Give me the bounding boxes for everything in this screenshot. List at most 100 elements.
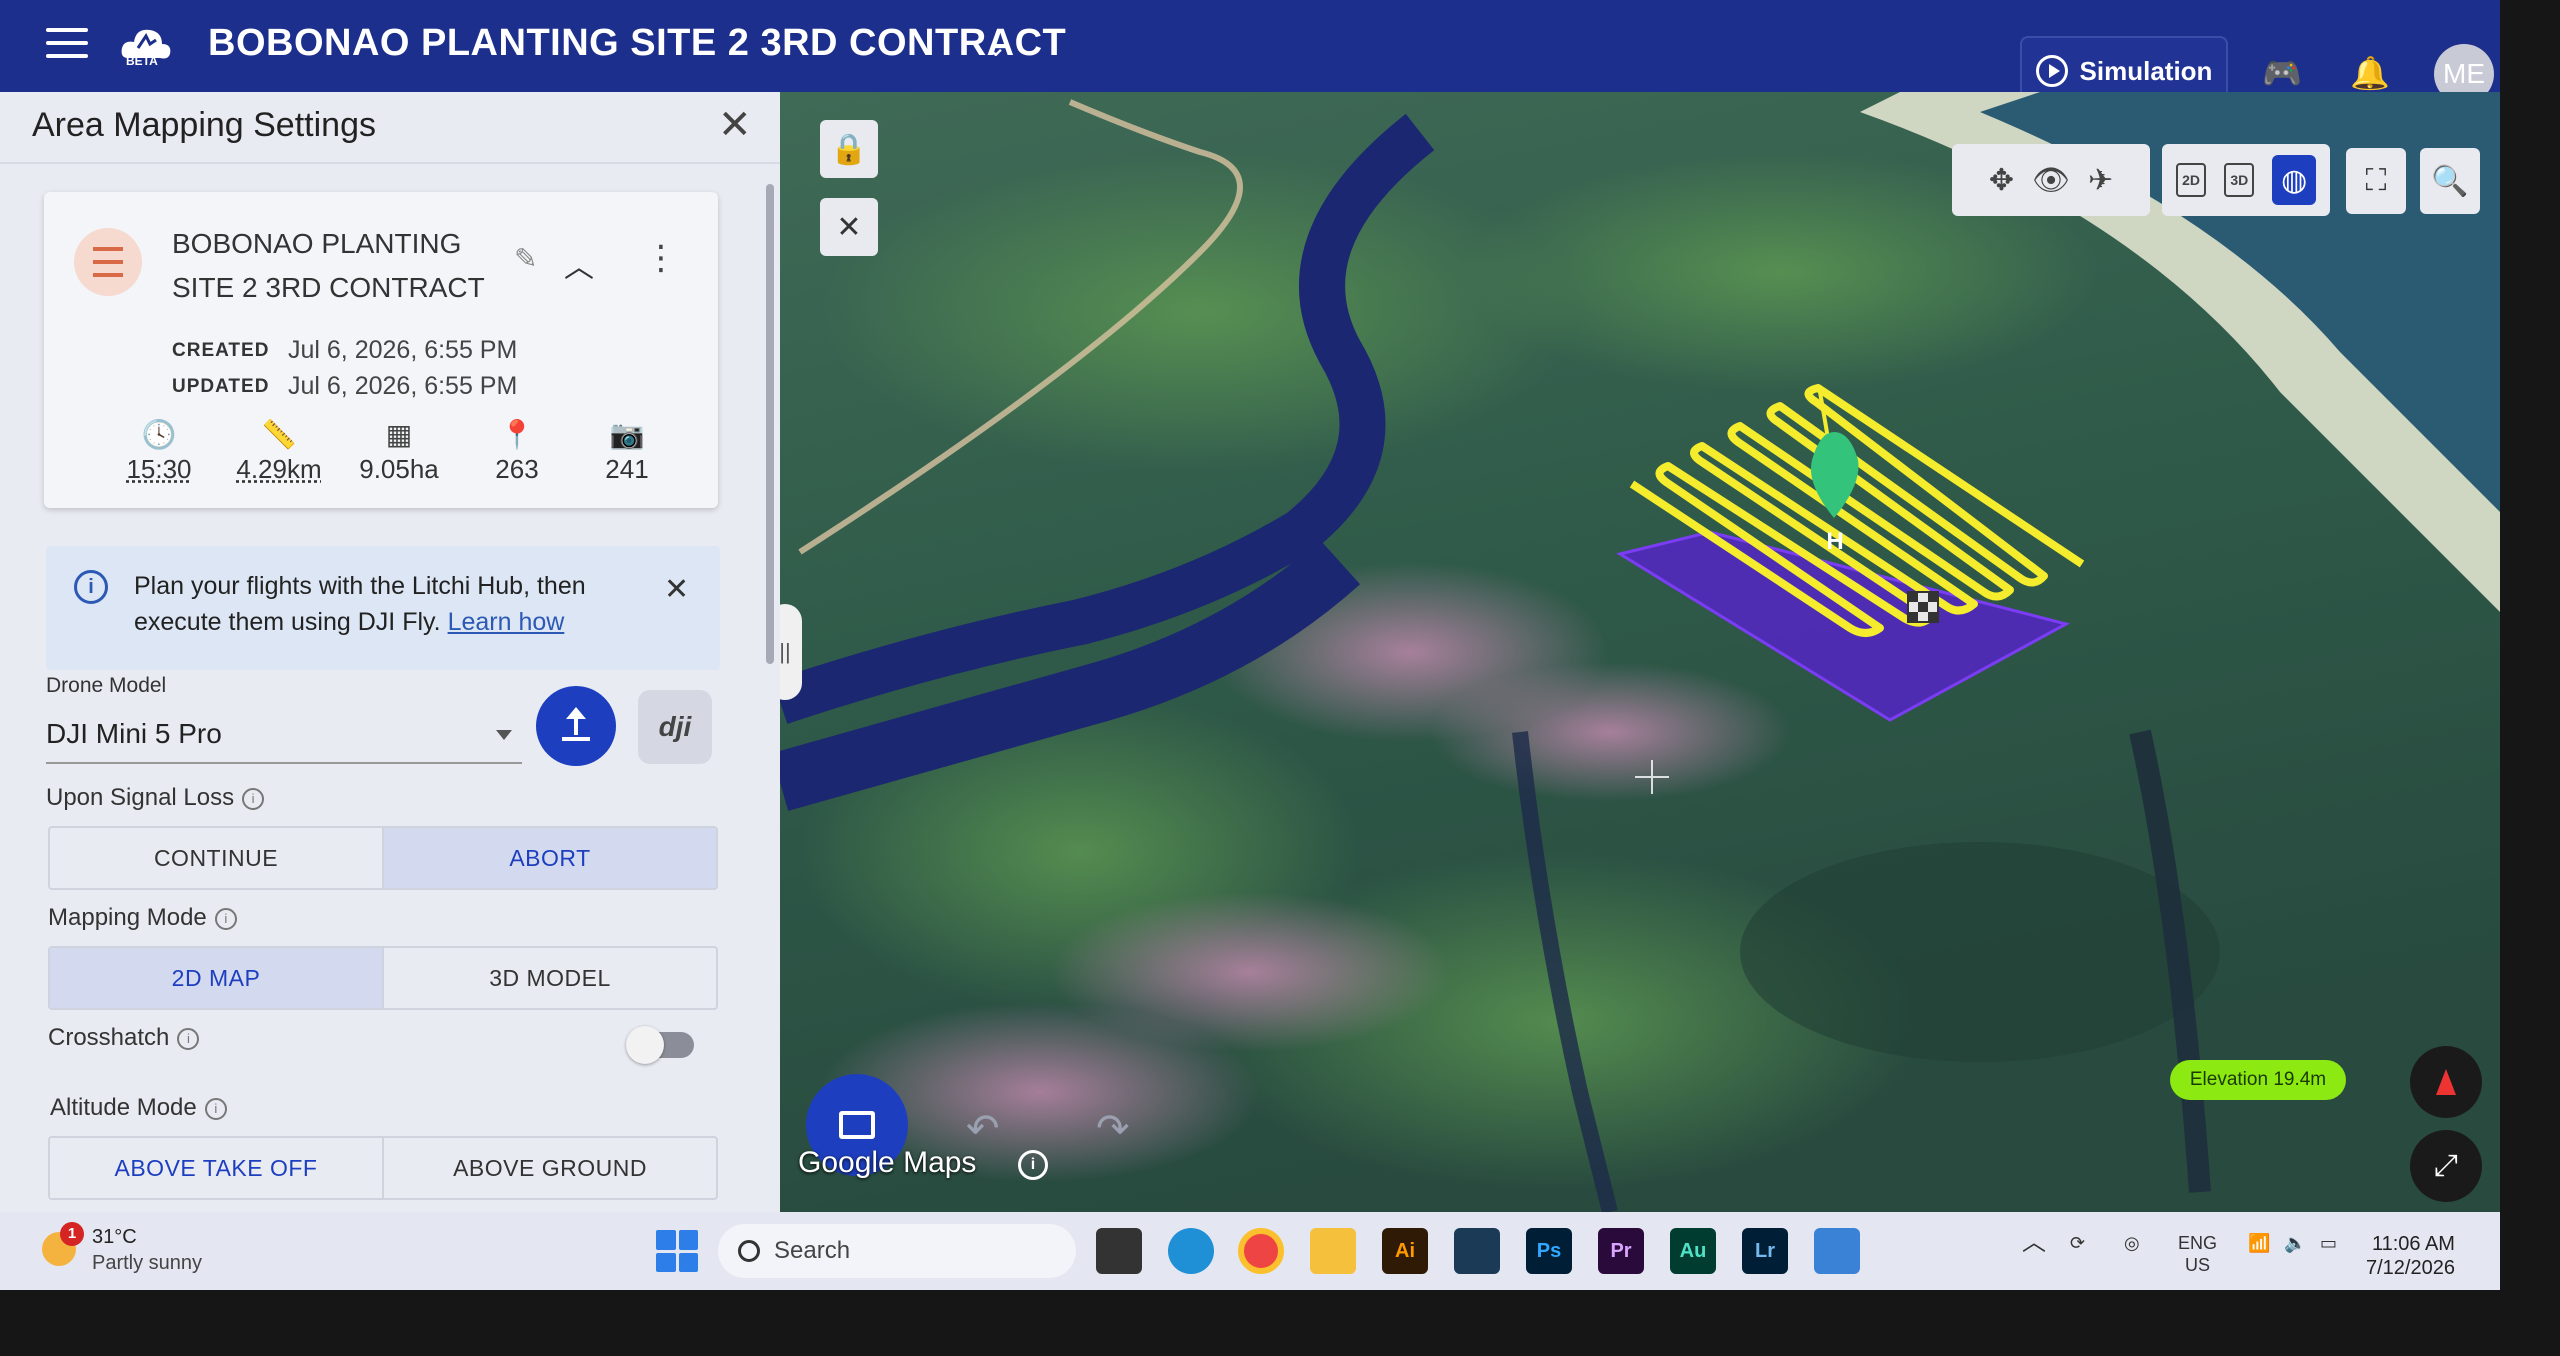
info-icon[interactable]: i bbox=[1018, 1150, 1048, 1180]
close-icon[interactable]: ✕ bbox=[718, 102, 752, 148]
learn-how-link[interactable]: Learn how bbox=[448, 608, 565, 636]
dji-button[interactable]: dji bbox=[638, 690, 712, 764]
option-3d-model[interactable]: 3D MODEL bbox=[382, 948, 716, 1008]
network-icon[interactable]: ◎ bbox=[2124, 1232, 2140, 1254]
option-above-ground[interactable]: ABOVE GROUND bbox=[382, 1138, 716, 1198]
stat-distance: 📏 4.29km bbox=[224, 418, 334, 485]
expand-icon[interactable]: ⤢ bbox=[2410, 1130, 2482, 1202]
taskbar-search[interactable]: Search bbox=[718, 1224, 1076, 1278]
chevron-up-icon[interactable]: ︿ bbox=[564, 242, 594, 286]
crosshatch-switch[interactable] bbox=[626, 1026, 694, 1064]
mission-name: BOBONAO PLANTING SITE 2 3RD CONTRACT bbox=[172, 222, 502, 310]
clock[interactable]: 11:06 AM 7/12/2026 bbox=[2366, 1232, 2455, 1280]
photoshop-icon[interactable]: Ps bbox=[1526, 1228, 1572, 1274]
wifi-icon[interactable]: 📶 bbox=[2248, 1232, 2270, 1254]
created-value: Jul 6, 2026, 6:55 PM bbox=[288, 336, 518, 364]
banner-text: Plan your flights with the Litchi Hub, t… bbox=[134, 568, 654, 640]
task-view-icon[interactable] bbox=[1096, 1228, 1142, 1274]
map-view[interactable]: H 🔒 ✕ || ✥ 👁 ✈ 2D 3D ◍ ⛶ 🔍 ↶ ↷ Google Ma… bbox=[780, 92, 2500, 1212]
updated-value: Jul 6, 2026, 6:55 PM bbox=[288, 372, 518, 400]
tray-chevron-icon[interactable]: ︿ bbox=[2022, 1231, 2046, 1255]
eye-icon[interactable]: 👁 bbox=[2032, 163, 2070, 198]
help-icon[interactable]: i bbox=[214, 907, 237, 930]
project-title[interactable]: BOBONAO PLANTING SITE 2 3RD CONTRACT bbox=[208, 22, 1066, 65]
search-icon[interactable]: 🔍 bbox=[2420, 148, 2480, 214]
chevron-down-icon[interactable]: ⌄ bbox=[984, 30, 1007, 63]
altitude-mode-text: Altitude Mode bbox=[50, 1094, 197, 1121]
premiere-icon[interactable]: Pr bbox=[1598, 1228, 1644, 1274]
signal-loss-text: Upon Signal Loss bbox=[46, 784, 235, 811]
sync-icon[interactable]: ⟳ bbox=[2070, 1232, 2085, 1254]
redo-icon[interactable]: ↷ bbox=[1096, 1106, 1130, 1152]
litchi-hub-banner: i Plan your flights with the Litchi Hub,… bbox=[46, 546, 720, 670]
windows-start-icon[interactable] bbox=[656, 1230, 698, 1272]
mission-name-line1: BOBONAO PLANTING bbox=[172, 228, 462, 259]
weather-temp: 31°C bbox=[92, 1226, 137, 1248]
more-vert-icon[interactable]: ⋮ bbox=[644, 238, 678, 278]
volume-icon[interactable]: 🔈 bbox=[2284, 1232, 2306, 1254]
stat-area: ▦ 9.05ha bbox=[344, 418, 454, 485]
lock-icon[interactable]: 🔒 bbox=[820, 120, 878, 178]
view-3d-button[interactable]: 3D bbox=[2224, 163, 2255, 197]
menu-icon[interactable] bbox=[46, 28, 88, 64]
altitude-mode-toggle: ABOVE TAKE OFF ABOVE GROUND bbox=[48, 1136, 718, 1200]
fullscreen-icon[interactable]: ⛶ bbox=[2346, 148, 2406, 214]
help-icon[interactable]: i bbox=[204, 1097, 227, 1120]
help-icon[interactable]: i bbox=[177, 1027, 200, 1050]
app-icon[interactable] bbox=[1454, 1228, 1500, 1274]
mission-type-icon bbox=[74, 228, 142, 296]
option-continue[interactable]: CONTINUE bbox=[50, 828, 382, 888]
panel-title: Area Mapping Settings bbox=[32, 106, 376, 144]
maps-app-icon[interactable] bbox=[1814, 1228, 1860, 1274]
language-indicator[interactable]: ENG US bbox=[2178, 1232, 2217, 1276]
globe-icon[interactable]: ◍ bbox=[2272, 155, 2317, 205]
panel-resize-handle[interactable]: || bbox=[780, 604, 802, 700]
distance-value: 4.29km bbox=[236, 454, 322, 484]
pencil-icon[interactable]: ✎ bbox=[514, 242, 537, 275]
grid-icon: ▦ bbox=[385, 419, 413, 450]
drone-model-select[interactable]: DJI Mini 5 Pro bbox=[46, 712, 522, 764]
close-icon[interactable]: ✕ bbox=[820, 198, 878, 256]
play-icon bbox=[2035, 55, 2068, 87]
ruler-icon: 📏 bbox=[261, 419, 297, 450]
google-maps-attribution: Google Maps bbox=[798, 1146, 977, 1179]
chrome-icon[interactable] bbox=[1238, 1228, 1284, 1274]
bell-icon[interactable]: 🔔 bbox=[2350, 54, 2390, 92]
updated-label: UPDATED bbox=[172, 376, 270, 397]
app-bar: BETA BOBONAO PLANTING SITE 2 3RD CONTRAC… bbox=[0, 0, 2500, 106]
panel-scrollbar[interactable] bbox=[766, 184, 774, 664]
satellite-imagery bbox=[780, 92, 2500, 1212]
duration-value: 15:30 bbox=[126, 454, 192, 484]
illustrator-icon[interactable]: Ai bbox=[1382, 1228, 1428, 1274]
mission-card: BOBONAO PLANTING SITE 2 3RD CONTRACT ✎ ︿… bbox=[44, 192, 718, 508]
altitude-mode-label: Altitude Mode i bbox=[50, 1094, 227, 1122]
upload-button[interactable] bbox=[536, 686, 616, 766]
option-2d-map[interactable]: 2D MAP bbox=[50, 948, 382, 1008]
search-placeholder: Search bbox=[774, 1237, 851, 1264]
view-mode-group: 2D 3D ◍ bbox=[2162, 144, 2330, 216]
compass-icon[interactable] bbox=[2410, 1046, 2482, 1118]
option-abort[interactable]: ABORT bbox=[382, 828, 716, 888]
drone-model-value: DJI Mini 5 Pro bbox=[46, 718, 222, 749]
battery-icon[interactable]: ▭ bbox=[2320, 1232, 2337, 1254]
option-above-take-off[interactable]: ABOVE TAKE OFF bbox=[50, 1138, 382, 1198]
drone-icon[interactable]: ✈ bbox=[2088, 163, 2113, 198]
lightroom-icon[interactable]: Lr bbox=[1742, 1228, 1788, 1274]
waypoints-value: 263 bbox=[495, 454, 539, 484]
upload-icon bbox=[562, 707, 590, 741]
file-explorer-icon[interactable] bbox=[1310, 1228, 1356, 1274]
home-marker[interactable]: H bbox=[1823, 528, 1847, 556]
audition-icon[interactable]: Au bbox=[1670, 1228, 1716, 1274]
mapping-mode-label: Mapping Mode i bbox=[48, 904, 237, 932]
elevation-badge: Elevation 19.4m bbox=[2170, 1060, 2346, 1100]
weather-desc: Partly sunny bbox=[92, 1252, 203, 1274]
view-2d-button[interactable]: 2D bbox=[2176, 163, 2207, 197]
close-icon[interactable]: ✕ bbox=[664, 572, 689, 607]
map-tools-group: ✥ 👁 ✈ bbox=[1952, 144, 2150, 216]
signal-loss-toggle: CONTINUE ABORT bbox=[48, 826, 718, 890]
edge-icon[interactable] bbox=[1168, 1228, 1214, 1274]
gamepad-icon[interactable]: 🎮 bbox=[2262, 54, 2302, 92]
divider bbox=[0, 162, 780, 164]
move-icon[interactable]: ✥ bbox=[1989, 163, 2014, 198]
help-icon[interactable]: i bbox=[242, 787, 265, 810]
